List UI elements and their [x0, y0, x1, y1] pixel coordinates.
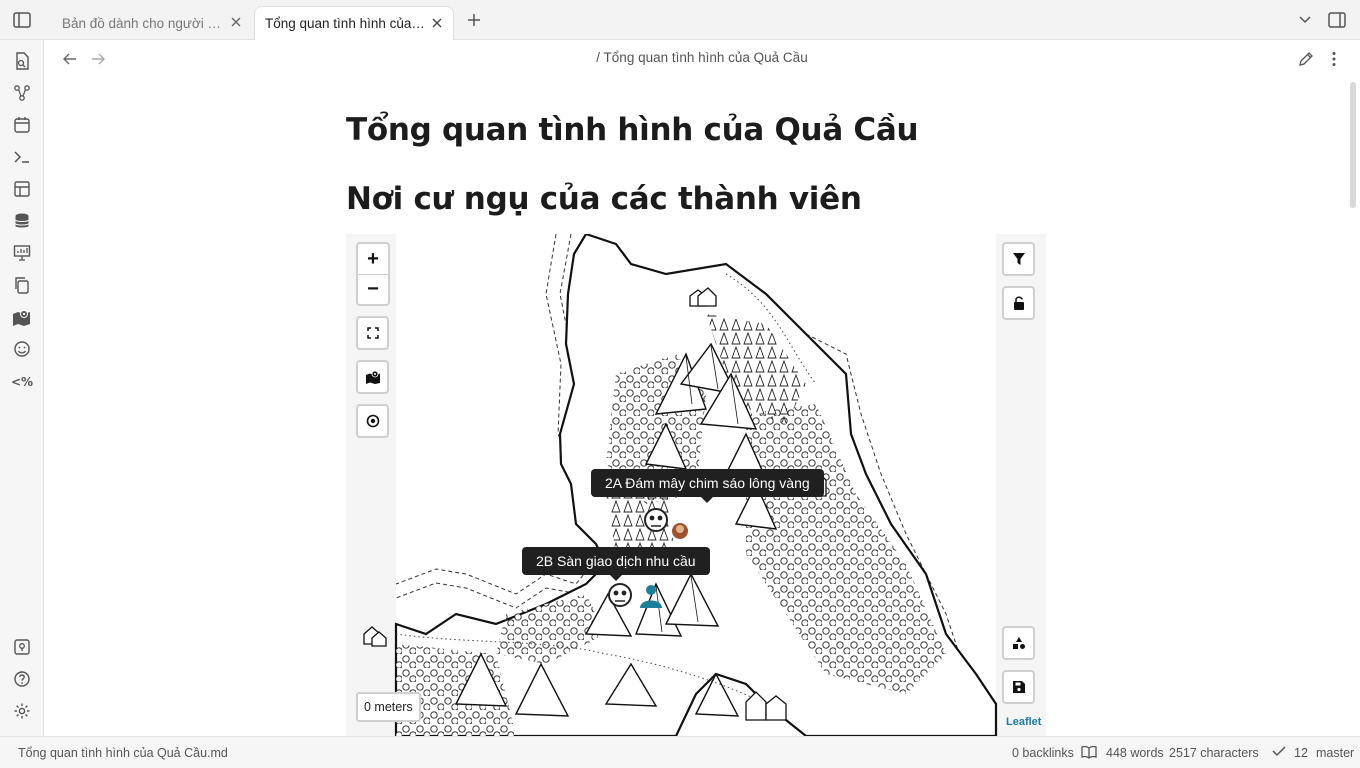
fullscreen-button[interactable] — [356, 316, 389, 350]
quick-switcher-icon[interactable] — [8, 47, 36, 75]
calendar-icon[interactable] — [8, 111, 36, 139]
copy-icon[interactable] — [8, 271, 36, 299]
close-icon[interactable] — [429, 15, 445, 31]
status-word-count: 448 words — [1106, 746, 1164, 760]
check-icon — [1272, 745, 1286, 760]
status-git-branch[interactable]: master — [1316, 746, 1354, 760]
status-character-count: 2517 characters — [1169, 746, 1259, 760]
more-options-icon[interactable] — [1320, 45, 1348, 73]
note-content: Tổng quan tình hình của Quả Cầu Nơi cư n… — [44, 78, 1344, 736]
draw-shapes-icon[interactable] — [1002, 626, 1035, 660]
status-backlinks[interactable]: 0 backlinks — [1012, 746, 1074, 760]
app-window: Bản đồ dành cho người mới Tổng quan tình… — [0, 0, 1360, 768]
content-scrollbar[interactable] — [1350, 82, 1356, 208]
svg-text:<%: <% — [11, 375, 33, 388]
vault-switcher-icon[interactable] — [8, 633, 36, 661]
map-icon[interactable] — [8, 303, 36, 331]
skull-marker-2a — [644, 508, 668, 532]
tab-bar: Bản đồ dành cho người mới Tổng quan tình… — [0, 0, 1360, 40]
book-icon[interactable] — [1081, 745, 1097, 762]
map-layers-button[interactable] — [356, 360, 389, 394]
terminal-icon[interactable] — [8, 143, 36, 171]
emoji-icon[interactable] — [8, 335, 36, 363]
tooltip-2b: 2B Sàn giao dịch nhu cầu — [522, 547, 710, 581]
tab-label: Bản đồ dành cho người mới — [62, 15, 228, 31]
database-icon[interactable] — [8, 207, 36, 235]
edit-pencil-icon[interactable] — [1292, 45, 1320, 73]
status-file-name: Tổng quan tình hình của Quả Cầu.md — [18, 746, 228, 760]
tab-beginner-map[interactable]: Bản đồ dành cho người mới — [52, 6, 252, 40]
zoom-control: + − — [356, 242, 390, 306]
chevron-down-icon[interactable] — [1291, 6, 1319, 34]
zoom-out-button[interactable]: − — [358, 274, 388, 304]
breadcrumb[interactable]: / Tổng quan tình hình của Quả Cầu — [44, 50, 1360, 65]
map-scale: 0 meters — [356, 692, 421, 722]
tab-label: Tổng quan tình hình của ... — [265, 16, 425, 31]
zoom-in-button[interactable]: + — [358, 244, 388, 274]
help-icon[interactable] — [8, 665, 36, 693]
layout-icon[interactable] — [8, 175, 36, 203]
locate-target-button[interactable] — [356, 404, 389, 438]
templater-icon[interactable]: <% — [8, 367, 36, 395]
page-title: Tổng quan tình hình của Quả Cầu — [346, 112, 919, 148]
tab-overview[interactable]: Tổng quan tình hình của ... — [254, 6, 454, 40]
tooltip-2a: 2A Đám mây chim sáo lông vàng — [591, 469, 824, 503]
presentation-icon[interactable] — [8, 239, 36, 267]
unlock-icon[interactable] — [1002, 286, 1035, 320]
leaflet-attribution-link[interactable]: Leaflet — [1006, 716, 1041, 728]
filter-icon[interactable] — [1002, 242, 1035, 276]
close-icon[interactable] — [228, 14, 244, 30]
view-header: / Tổng quan tình hình của Quả Cầu — [44, 40, 1360, 78]
leaflet-map[interactable]: + − 0 meters Leaflet 2A Đám mây chim sáo… — [346, 234, 1046, 736]
status-bar: Tổng quan tình hình của Quả Cầu.md 0 bac… — [0, 736, 1360, 768]
graph-view-icon[interactable] — [8, 79, 36, 107]
skull-marker-2b — [608, 583, 632, 607]
left-ribbon: <% — [0, 40, 44, 736]
section-heading: Nơi cư ngụ của các thành viên — [346, 181, 862, 217]
settings-gear-icon[interactable] — [8, 697, 36, 725]
save-icon[interactable] — [1002, 670, 1035, 704]
right-sidebar-toggle-icon[interactable] — [1323, 6, 1351, 34]
status-sync-count: 12 — [1294, 746, 1308, 760]
new-tab-icon[interactable] — [460, 6, 488, 34]
sidebar-toggle-icon[interactable] — [8, 6, 36, 34]
